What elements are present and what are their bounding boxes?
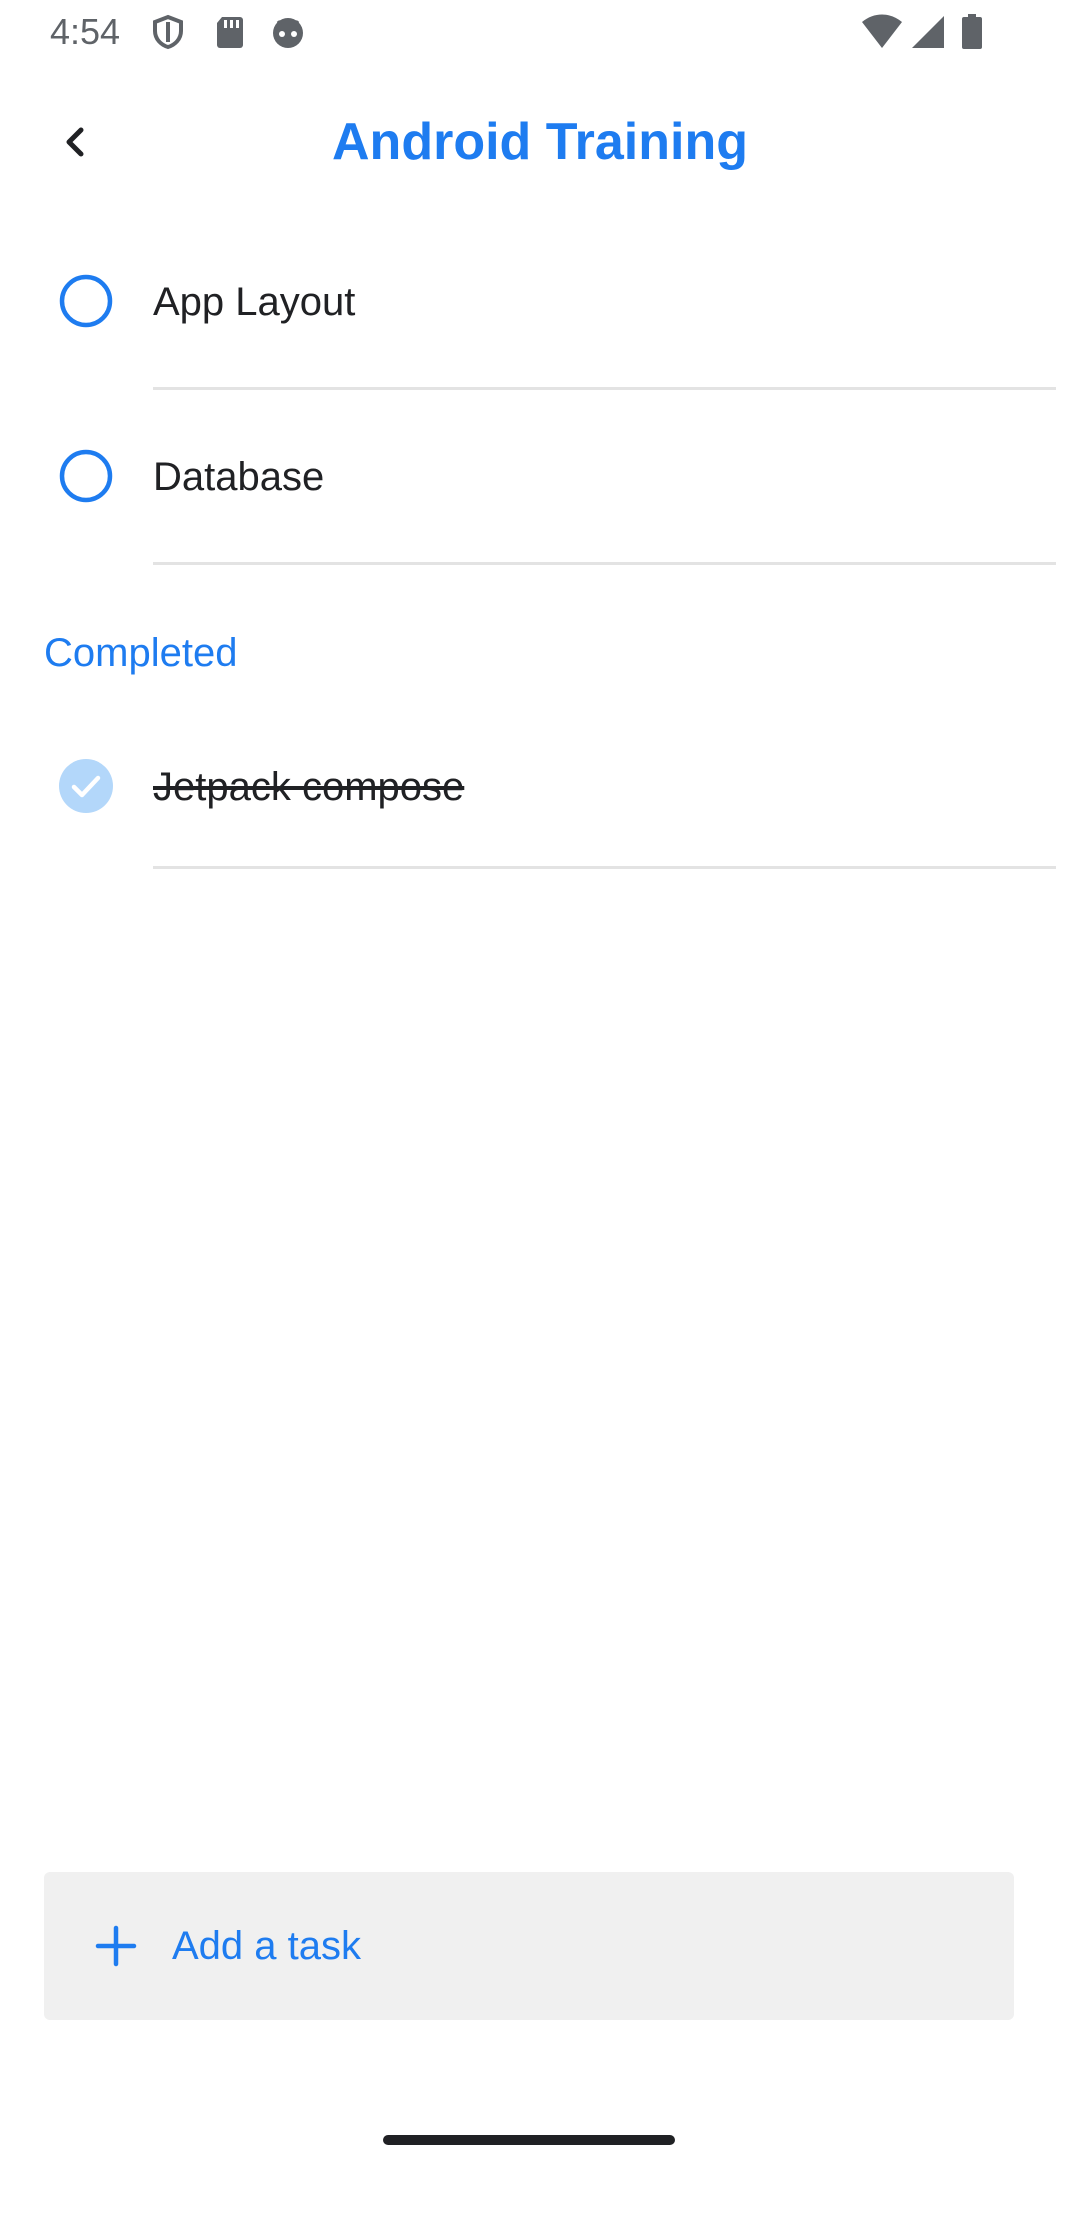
task-row-app-layout[interactable]: App Layout: [0, 215, 1080, 391]
cell-signal-icon: [910, 14, 946, 50]
add-task-label: Add a task: [172, 1924, 362, 1968]
task-checkbox-checked[interactable]: [58, 758, 114, 814]
divider: [153, 866, 1056, 869]
task-checkbox-unchecked[interactable]: [58, 448, 114, 504]
task-checkbox-unchecked[interactable]: [58, 273, 114, 329]
home-indicator[interactable]: [383, 2135, 675, 2145]
add-task-button[interactable]: Add a task: [44, 1872, 1014, 2020]
status-bar: 4:54: [0, 0, 1080, 66]
shield-icon: [150, 14, 186, 50]
completed-section-header[interactable]: Completed: [44, 628, 237, 678]
wifi-icon: [862, 14, 902, 50]
status-time: 4:54: [50, 11, 121, 52]
page-title: Android Training: [332, 113, 748, 171]
task-row-database[interactable]: Database: [0, 390, 1080, 566]
sd-card-icon: [212, 14, 248, 50]
divider: [153, 562, 1056, 565]
task-label: Database: [153, 455, 325, 499]
task-row-jetpack-compose[interactable]: Jetpack compose: [0, 700, 1080, 876]
screen: 4:54 Android Training App Layout Databas…: [0, 0, 1080, 2220]
app-bar: Android Training: [0, 80, 1080, 204]
task-label: Jetpack compose: [153, 765, 465, 809]
battery-icon: [960, 14, 996, 50]
plus-icon: [88, 1918, 144, 1974]
task-label: App Layout: [153, 280, 356, 324]
android-robot-icon: [270, 14, 306, 50]
